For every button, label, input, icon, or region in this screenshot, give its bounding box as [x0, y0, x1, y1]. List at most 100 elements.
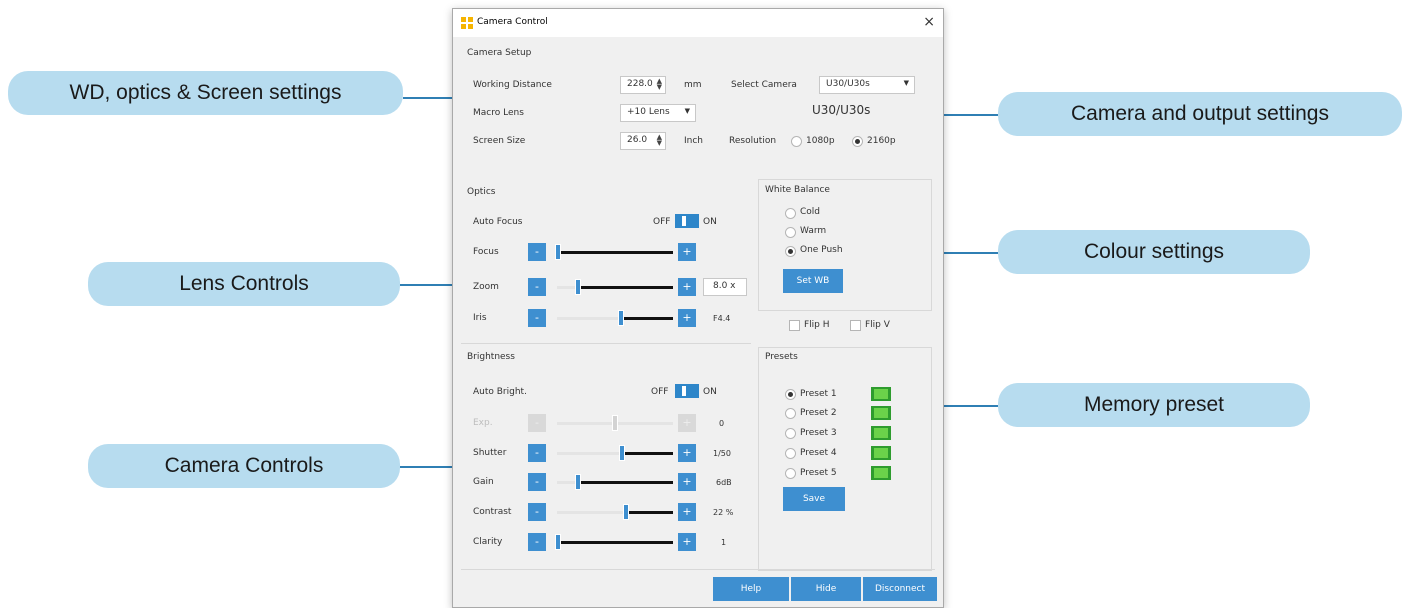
- hide-button[interactable]: Hide: [791, 577, 861, 601]
- macro-lens-select[interactable]: +10 Lens ▼: [620, 104, 696, 122]
- preset-3-load-button[interactable]: [871, 426, 891, 440]
- set-wb-button[interactable]: Set WB: [783, 269, 843, 293]
- camera-setup-heading: Camera Setup: [467, 48, 532, 58]
- app-icon: [461, 17, 473, 29]
- preset-4-label: Preset 4: [800, 448, 837, 458]
- iris-minus-button[interactable]: -: [528, 309, 546, 327]
- resolution-2160p-radio[interactable]: [852, 136, 863, 147]
- contrast-track-empty: [557, 511, 627, 514]
- callout-memory-preset: Memory preset: [998, 383, 1310, 427]
- wb-warm-label: Warm: [800, 226, 827, 236]
- preset-5-radio[interactable]: [785, 468, 796, 479]
- wb-one-push-radio[interactable]: [785, 246, 796, 257]
- exp-thumb[interactable]: [612, 415, 618, 431]
- preset-4-radio[interactable]: [785, 448, 796, 459]
- zoom-minus-button[interactable]: -: [528, 278, 546, 296]
- spin-arrows-icon[interactable]: ▲ ▼: [657, 78, 662, 91]
- window-title: Camera Control: [477, 17, 548, 27]
- auto-bright-off-label: OFF: [651, 387, 669, 397]
- gain-track: [579, 481, 673, 484]
- shutter-thumb[interactable]: [619, 445, 625, 461]
- wb-cold-label: Cold: [800, 207, 821, 217]
- contrast-thumb[interactable]: [623, 504, 629, 520]
- brightness-heading: Brightness: [467, 352, 515, 362]
- callout-camera-output: Camera and output settings: [998, 92, 1402, 136]
- clarity-thumb[interactable]: [555, 534, 561, 550]
- callout-lens-controls: Lens Controls: [88, 262, 400, 306]
- zoom-plus-button[interactable]: +: [678, 278, 696, 296]
- preset-1-load-button[interactable]: [871, 387, 891, 401]
- iris-plus-button[interactable]: +: [678, 309, 696, 327]
- zoom-track: [579, 286, 673, 289]
- working-distance-field[interactable]: 228.0 ▲ ▼: [620, 76, 666, 94]
- working-distance-unit: mm: [684, 80, 702, 90]
- contrast-label: Contrast: [473, 507, 512, 517]
- auto-bright-toggle[interactable]: [675, 384, 699, 398]
- shutter-plus-button[interactable]: +: [678, 444, 696, 462]
- close-icon[interactable]: ×: [923, 14, 935, 30]
- contrast-track: [627, 511, 673, 514]
- disconnect-button[interactable]: Disconnect: [863, 577, 937, 601]
- clarity-minus-button[interactable]: -: [528, 533, 546, 551]
- auto-focus-label: Auto Focus: [473, 217, 523, 227]
- gain-label: Gain: [473, 477, 494, 487]
- preset-1-radio[interactable]: [785, 389, 796, 400]
- preset-4-load-button[interactable]: [871, 446, 891, 460]
- flip-v-label: Flip V: [865, 320, 890, 330]
- select-camera-label: Select Camera: [731, 80, 797, 90]
- zoom-thumb[interactable]: [575, 279, 581, 295]
- flip-h-label: Flip H: [804, 320, 830, 330]
- screen-size-unit: Inch: [684, 136, 704, 146]
- resolution-2160p-label: 2160p: [867, 136, 896, 146]
- callout-leader: [403, 97, 457, 99]
- contrast-minus-button[interactable]: -: [528, 503, 546, 521]
- spin-arrows-icon[interactable]: ▲ ▼: [657, 134, 662, 147]
- working-distance-value: 228.0: [627, 79, 653, 89]
- preset-2-load-button[interactable]: [871, 406, 891, 420]
- macro-lens-label: Macro Lens: [473, 108, 524, 118]
- auto-focus-toggle[interactable]: [675, 214, 699, 228]
- shutter-minus-button[interactable]: -: [528, 444, 546, 462]
- focus-minus-button[interactable]: -: [528, 243, 546, 261]
- focus-plus-button[interactable]: +: [678, 243, 696, 261]
- contrast-plus-button[interactable]: +: [678, 503, 696, 521]
- select-camera-select[interactable]: U30/U30s ▼: [819, 76, 915, 94]
- macro-lens-value: +10 Lens: [627, 107, 670, 117]
- resolution-1080p-label: 1080p: [806, 136, 835, 146]
- focus-thumb[interactable]: [555, 244, 561, 260]
- select-camera-value: U30/U30s: [826, 79, 870, 89]
- resolution-label: Resolution: [729, 136, 777, 146]
- wb-cold-radio[interactable]: [785, 208, 796, 219]
- exp-minus-button[interactable]: -: [528, 414, 546, 432]
- resolution-1080p-radio[interactable]: [791, 136, 802, 147]
- camera-control-window: Camera Control × Camera Setup Working Di…: [452, 8, 944, 608]
- clarity-label: Clarity: [473, 537, 503, 547]
- help-button[interactable]: Help: [713, 577, 789, 601]
- auto-focus-off-label: OFF: [653, 217, 671, 227]
- preset-2-label: Preset 2: [800, 408, 837, 418]
- preset-1-label: Preset 1: [800, 389, 837, 399]
- presets-heading: Presets: [765, 352, 798, 362]
- brightness-divider: [461, 343, 751, 344]
- shutter-value: 1/50: [713, 449, 731, 458]
- screen-size-field[interactable]: 26.0 ▲ ▼: [620, 132, 666, 150]
- preset-3-label: Preset 3: [800, 428, 837, 438]
- wb-warm-radio[interactable]: [785, 227, 796, 238]
- gain-plus-button[interactable]: +: [678, 473, 696, 491]
- clarity-track: [557, 541, 673, 544]
- auto-bright-on-label: ON: [703, 387, 717, 397]
- gain-minus-button[interactable]: -: [528, 473, 546, 491]
- iris-thumb[interactable]: [618, 310, 624, 326]
- flip-h-checkbox[interactable]: [789, 320, 800, 331]
- gain-thumb[interactable]: [575, 474, 581, 490]
- preset-5-load-button[interactable]: [871, 466, 891, 480]
- flip-v-checkbox[interactable]: [850, 320, 861, 331]
- shutter-track-empty: [557, 452, 621, 455]
- wb-one-push-label: One Push: [800, 245, 843, 255]
- camera-name: U30/U30s: [812, 103, 871, 117]
- preset-2-radio[interactable]: [785, 408, 796, 419]
- save-preset-button[interactable]: Save: [783, 487, 845, 511]
- preset-3-radio[interactable]: [785, 428, 796, 439]
- exp-plus-button[interactable]: +: [678, 414, 696, 432]
- clarity-plus-button[interactable]: +: [678, 533, 696, 551]
